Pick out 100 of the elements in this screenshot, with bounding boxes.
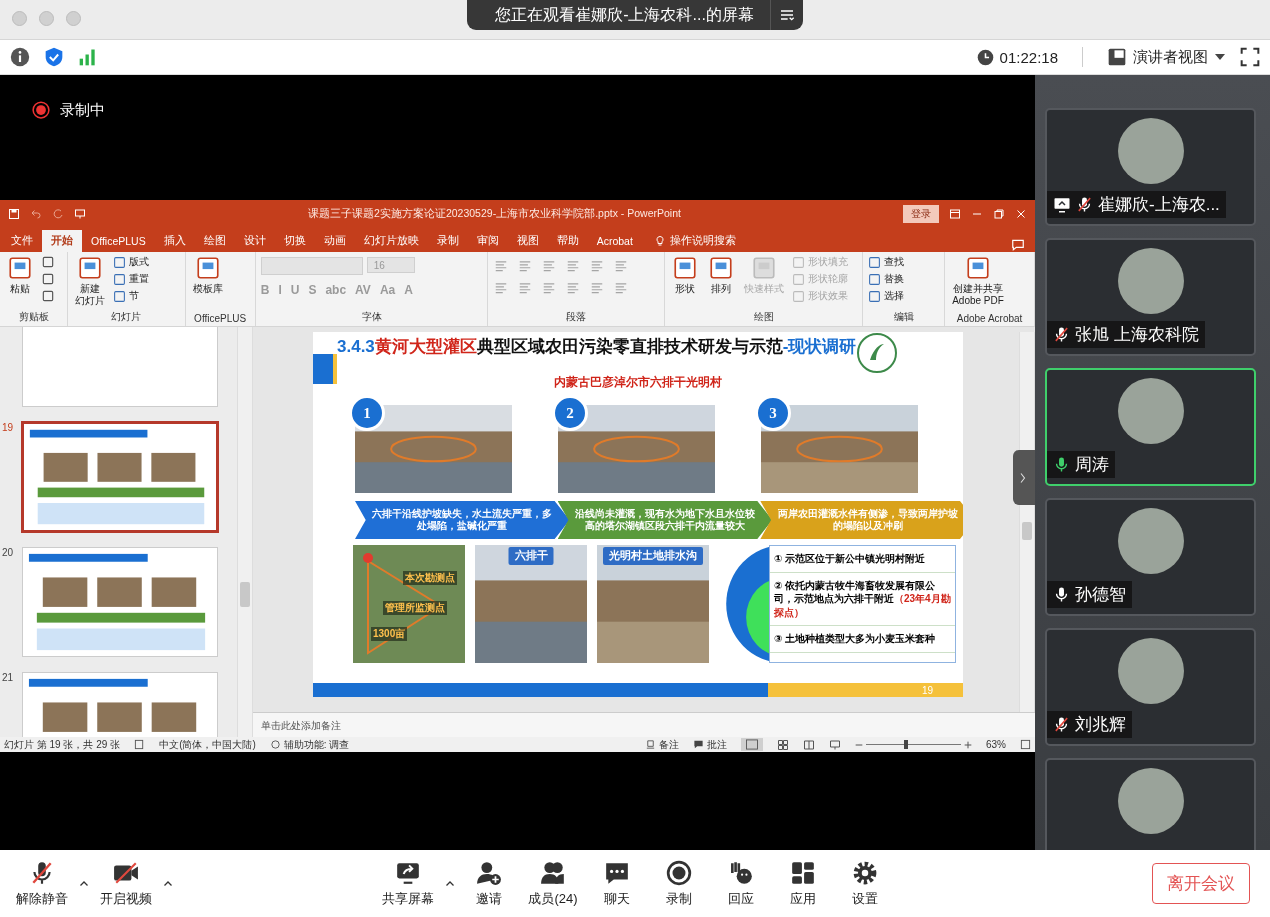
clock-icon xyxy=(976,48,994,66)
ribbon-icon xyxy=(791,272,805,286)
fullscreen-icon[interactable] xyxy=(1240,47,1260,67)
slideshow-icon[interactable] xyxy=(829,738,841,751)
comments-button[interactable]: 批注 xyxy=(707,737,727,752)
undo-icon[interactable] xyxy=(30,207,42,220)
participant-tile[interactable]: 崔娜欣-上海农... xyxy=(1045,108,1256,226)
ribbon-display-icon[interactable] xyxy=(949,207,961,220)
comment-icon xyxy=(693,739,704,750)
language-label[interactable]: 中文(简体，中国大陆) xyxy=(159,737,256,752)
slide-subtitle: 内蒙古巴彦淖尔市六排干光明村 xyxy=(553,374,723,391)
accessibility-icon xyxy=(269,739,281,750)
participant-tile[interactable]: 张旭 上海农科院 xyxy=(1045,238,1256,356)
zoom-in-icon[interactable] xyxy=(964,740,972,749)
ribbon-button[interactable]: 排列 xyxy=(705,255,736,295)
toolbar-button[interactable]: 开启视频 xyxy=(94,859,158,908)
screen-share-icon xyxy=(1053,195,1071,214)
ribbon-button[interactable]: 粘贴 xyxy=(5,255,35,295)
reading-view-icon[interactable] xyxy=(803,738,815,751)
fit-slide-icon[interactable] xyxy=(1020,739,1031,750)
ribbon-tab[interactable]: OfficePLUS xyxy=(82,230,155,252)
toolbar-button[interactable]: 解除静音 xyxy=(10,859,74,908)
signal-icon[interactable] xyxy=(78,47,98,67)
ribbon-button[interactable]: 新建 幻灯片 xyxy=(73,255,108,306)
accessibility-status[interactable]: 辅助功能: 调查 xyxy=(283,737,350,752)
ribbon-tab[interactable]: 插入 xyxy=(154,230,195,252)
muted-microphone-icon xyxy=(1053,716,1070,733)
number-badge: 1 xyxy=(349,395,385,431)
info-icon[interactable] xyxy=(10,47,30,67)
toolbar-button[interactable]: 应用 xyxy=(773,859,832,908)
shield-icon[interactable] xyxy=(44,46,64,68)
spell-check-icon[interactable] xyxy=(134,739,146,750)
view-mode-dropdown[interactable]: 演讲者视图 xyxy=(1107,47,1226,67)
notes-icon xyxy=(645,739,656,750)
zoom-level[interactable]: 63% xyxy=(986,739,1006,750)
ribbon-tab[interactable]: 开始 xyxy=(42,230,82,252)
participant-tile[interactable]: 周涛 xyxy=(1045,368,1256,486)
ribbon-icon xyxy=(791,289,805,303)
slide-sorter-icon[interactable] xyxy=(777,738,789,751)
leave-meeting-button[interactable]: 离开会议 xyxy=(1152,863,1250,904)
photo-caption: 六排干 xyxy=(508,547,554,565)
restore-icon[interactable] xyxy=(993,207,1005,220)
save-icon[interactable] xyxy=(8,207,20,220)
ribbon-button[interactable]: 节 xyxy=(113,289,150,303)
toolbar-button[interactable]: 设置 xyxy=(835,859,894,908)
participant-tile[interactable] xyxy=(1045,758,1256,850)
ribbon-tab[interactable]: 绘图 xyxy=(194,230,235,252)
photo-caption: 光明村土地排水沟 xyxy=(603,547,703,565)
notes-button[interactable]: 备注 xyxy=(659,737,679,752)
ribbon-tab[interactable]: 审阅 xyxy=(467,230,508,252)
ribbon-tab[interactable]: Acrobat xyxy=(587,230,642,252)
toolbar-button[interactable]: 成员(24) xyxy=(522,859,584,908)
clipboard-tool-icon[interactable] xyxy=(41,289,55,303)
toolbar-button[interactable]: 回应 xyxy=(711,859,770,908)
microphone-icon xyxy=(1053,456,1070,473)
zoom-slider[interactable] xyxy=(866,740,961,749)
font-name-field[interactable] xyxy=(260,257,363,275)
ribbon-tab[interactable]: 切换 xyxy=(274,230,315,252)
muted-microphone-icon xyxy=(1053,326,1070,343)
ribbon-button[interactable]: 创建并共享 Adobe PDF xyxy=(950,255,1006,306)
toolbar-button[interactable]: 共享屏幕 xyxy=(376,859,441,908)
participant-tile[interactable]: 刘兆辉 xyxy=(1045,628,1256,746)
presenter-icon[interactable] xyxy=(74,207,86,220)
ribbon-tab[interactable]: 设计 xyxy=(234,230,275,252)
ribbon-group-label: 字体 xyxy=(360,310,383,324)
ribbon-button[interactable]: 重置 xyxy=(113,272,150,286)
ribbon-tab[interactable]: 帮助 xyxy=(547,230,588,252)
ribbon-button[interactable]: 查找 xyxy=(868,255,905,269)
ribbon-group-label: Adobe Acrobat xyxy=(955,313,1024,326)
toolbar-button[interactable]: 邀请 xyxy=(460,859,519,908)
collapse-panel-button[interactable] xyxy=(1013,450,1035,505)
layout-icon xyxy=(1107,47,1127,67)
ribbon-tab[interactable]: 录制 xyxy=(427,230,468,252)
comment-icon[interactable] xyxy=(1011,238,1025,252)
ribbon-tab[interactable]: 视图 xyxy=(507,230,548,252)
slide-thumbnail[interactable] xyxy=(22,422,218,532)
slider-thumb[interactable] xyxy=(903,740,908,749)
ribbon-button[interactable]: 形状 xyxy=(669,255,700,295)
ribbon-tab[interactable]: 文件 xyxy=(2,230,42,252)
search-hint[interactable]: 操作说明搜索 xyxy=(669,234,736,248)
clipboard-tool-icon[interactable] xyxy=(41,272,55,286)
ribbon-icon xyxy=(194,255,221,281)
toolbar-button[interactable]: 聊天 xyxy=(587,859,646,908)
scrollbar[interactable] xyxy=(237,327,253,737)
ribbon-tab[interactable]: 幻灯片放映 xyxy=(354,230,428,252)
sharing-status-text: 您正在观看崔娜欣-上海农科...的屏幕 xyxy=(494,4,755,25)
chevron-banner: 沿线尚未灌溉，现有水为地下水且水位较高的塔尔湖镇区段六排干内流量较大 xyxy=(557,501,773,539)
ribbon-button[interactable]: 替换 xyxy=(868,272,905,286)
ribbon-tab[interactable]: 动画 xyxy=(314,230,355,252)
ribbon-button[interactable]: 版式 xyxy=(113,255,150,269)
ribbon-button[interactable]: 模板库 xyxy=(190,255,225,295)
ribbon-icon xyxy=(113,255,127,269)
ribbon-icon xyxy=(707,255,734,281)
clipboard-tool-icon[interactable] xyxy=(41,255,55,269)
toolbar-button[interactable]: 录制 xyxy=(649,859,708,908)
ribbon-button[interactable]: 选择 xyxy=(868,289,905,303)
login-button[interactable]: 登录 xyxy=(903,204,939,223)
participant-tile[interactable]: 孙德智 xyxy=(1045,498,1256,616)
normal-view-icon[interactable] xyxy=(741,738,763,751)
close-icon[interactable] xyxy=(1015,207,1027,220)
